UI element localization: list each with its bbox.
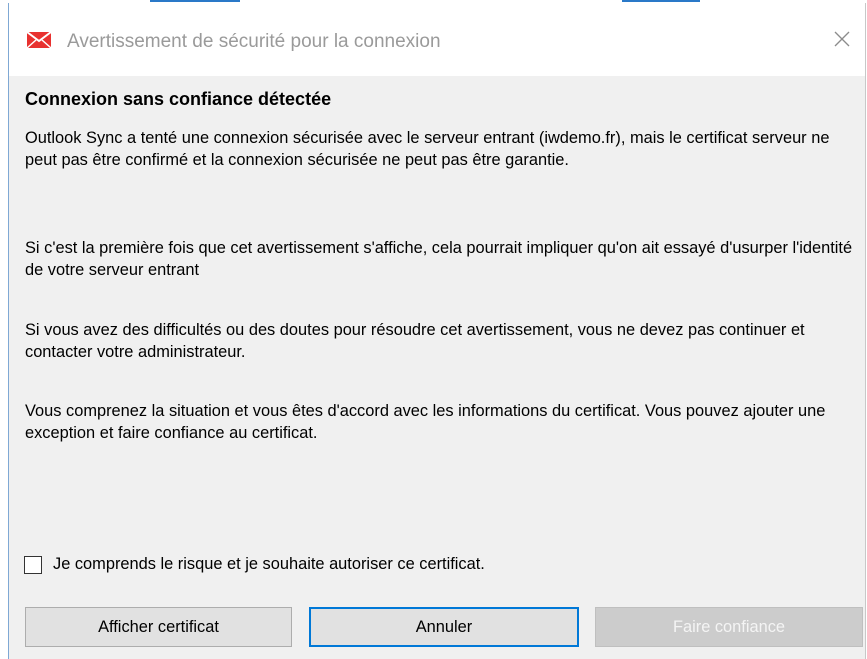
background-strip-segment	[150, 0, 240, 2]
trust-button[interactable]: Faire confiance	[595, 607, 863, 647]
consent-checkbox[interactable]	[24, 555, 42, 574]
warning-paragraph: Outlook Sync a tenté une connexion sécur…	[25, 129, 830, 169]
window-title: Avertissement de sécurité pour la connex…	[67, 31, 441, 52]
consent-label[interactable]: Je comprends le risque et je souhaite au…	[53, 555, 485, 574]
consent-row[interactable]: Je comprends le risque et je souhaite au…	[24, 555, 485, 574]
warning-paragraph: Si vous avez des difficultés ou des dout…	[25, 321, 805, 361]
background-strip-segment	[622, 0, 700, 2]
warning-paragraph: Si c'est la première fois que cet averti…	[25, 239, 853, 279]
cancel-button[interactable]: Annuler	[309, 607, 579, 647]
close-button[interactable]	[819, 21, 865, 61]
security-warning-dialog: Avertissement de sécurité pour la connex…	[8, 3, 866, 659]
warning-heading: Connexion sans confiance détectée	[25, 89, 332, 109]
close-icon	[833, 30, 851, 53]
dialog-content: Connexion sans confiance détectée Outloo…	[9, 76, 865, 659]
title-bar[interactable]: Avertissement de sécurité pour la connex…	[9, 3, 865, 76]
envelope-app-icon	[26, 30, 52, 50]
warning-paragraph: Vous comprenez la situation et vous êtes…	[25, 402, 826, 442]
show-certificate-button[interactable]: Afficher certificat	[25, 607, 292, 647]
